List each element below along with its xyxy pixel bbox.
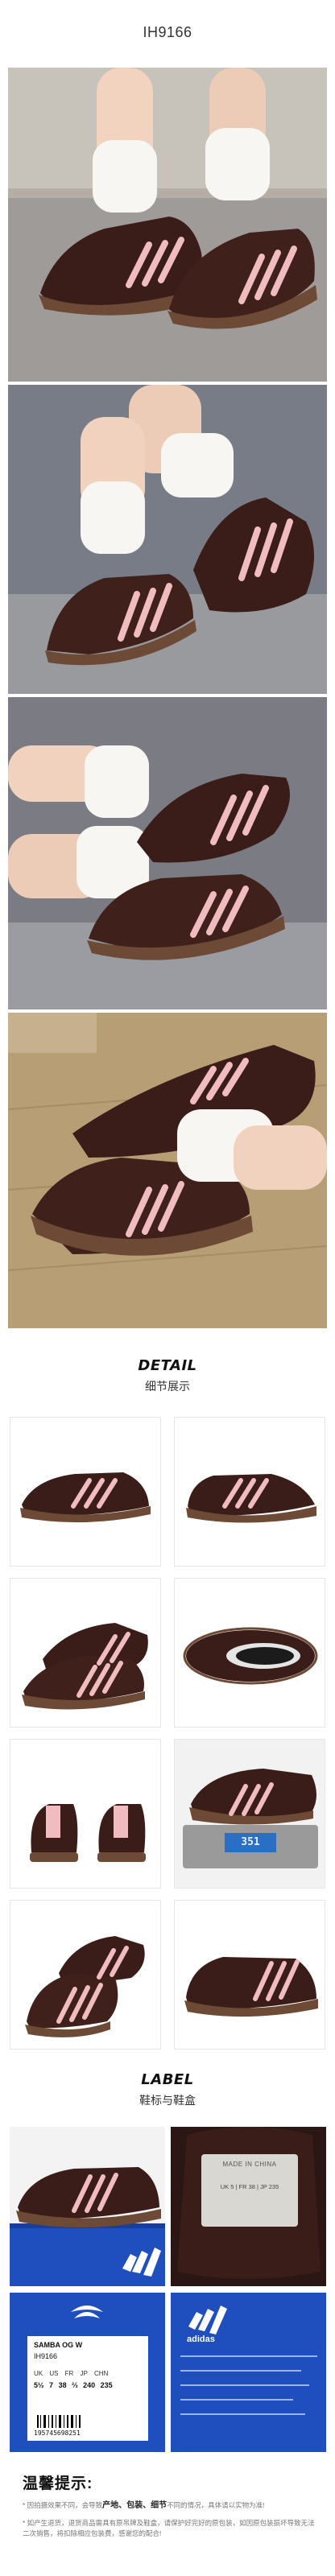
lifestyle-photo-4 (8, 1013, 327, 1328)
detail-rear-angle (174, 1900, 325, 2050)
tips-line-1: * 因拍摄效果不同，会导致产地、包装、细节不同的情况，具体请以实物为准! (23, 2500, 321, 2512)
tips-line-1-prefix: * 因拍摄效果不同，会导致 (23, 2501, 103, 2509)
detail-weight-scale: 351 (174, 1739, 325, 1889)
box-size-header: UK US FR JP CHN (34, 2370, 109, 2377)
detail-top-view (174, 1578, 325, 1728)
size-chn: 235 (100, 2381, 113, 2389)
lifestyle-photo-3 (8, 697, 327, 1009)
box-side-photo: adidas (171, 2293, 326, 2452)
size-fr: 38 ⅔ (58, 2381, 78, 2389)
detail-pair-front (10, 1900, 161, 2050)
lifestyle-photo-2 (8, 385, 327, 694)
box-model-name: SAMBA OG W (34, 2341, 83, 2349)
label-section-heading: LABEL 鞋标与鞋盒 (0, 2071, 335, 2108)
box-sku: IH9166 (34, 2352, 58, 2360)
box-brand-text: adidas (187, 2334, 215, 2344)
detail-title-cn: 细节展示 (145, 1380, 190, 1393)
size-us: 7 (49, 2381, 54, 2389)
size-jp: 240 (83, 2381, 96, 2389)
box-size-values: 5½ 7 38 ⅔ 240 235 (34, 2381, 113, 2389)
tips-section: 温馨提示: * 因拍摄效果不同，会导致产地、包装、细节不同的情况，具体请以实物为… (23, 2471, 321, 2539)
tips-title: 温馨提示: (23, 2475, 93, 2492)
detail-side-view-left (10, 1417, 161, 1567)
detail-title-en: DETAIL (138, 1357, 197, 1374)
product-code-title: IH9166 (143, 24, 192, 40)
tongue-label-photo: MADE IN CHINA UK 5 | FR 38 | JP 235 (171, 2127, 326, 2286)
detail-section-heading: DETAIL 细节展示 (0, 1357, 335, 1394)
scale-readout: 351 (241, 1836, 260, 1848)
box-barcode-text: 195745698251 (34, 2429, 81, 2437)
tips-line-2: * 如产生退货，退货商品需具有原吊牌及鞋盒，请保护好完好的原包装，如因原包装损坏… (23, 2519, 315, 2537)
lifestyle-photo-1 (8, 68, 327, 382)
detail-heel-view (10, 1739, 161, 1889)
label-title-cn: 鞋标与鞋盒 (139, 2094, 196, 2107)
tips-line-1-highlight: 产地、包装、细节 (102, 2501, 168, 2510)
tongue-label-sizes: UK 5 | FR 38 | JP 235 (220, 2183, 279, 2190)
detail-side-view-right (174, 1417, 325, 1567)
tips-line-1-suffix: 不同的情况，具体请以实物为准! (167, 2501, 265, 2509)
box-label-photo: SAMBA OG W IH9166 UK US FR JP CHN 5½ 7 3… (10, 2293, 165, 2452)
label-title-en: LABEL (141, 2071, 194, 2088)
shoe-on-box-photo (10, 2127, 165, 2286)
product-detail-page: IH9166 DETAIL 细节展示 351 LABEL 鞋标与鞋盒 MADE … (0, 0, 335, 2576)
tongue-label-text: MADE IN CHINA (222, 2161, 277, 2168)
size-uk: 5½ (34, 2381, 44, 2389)
detail-pair-angle (10, 1578, 161, 1728)
